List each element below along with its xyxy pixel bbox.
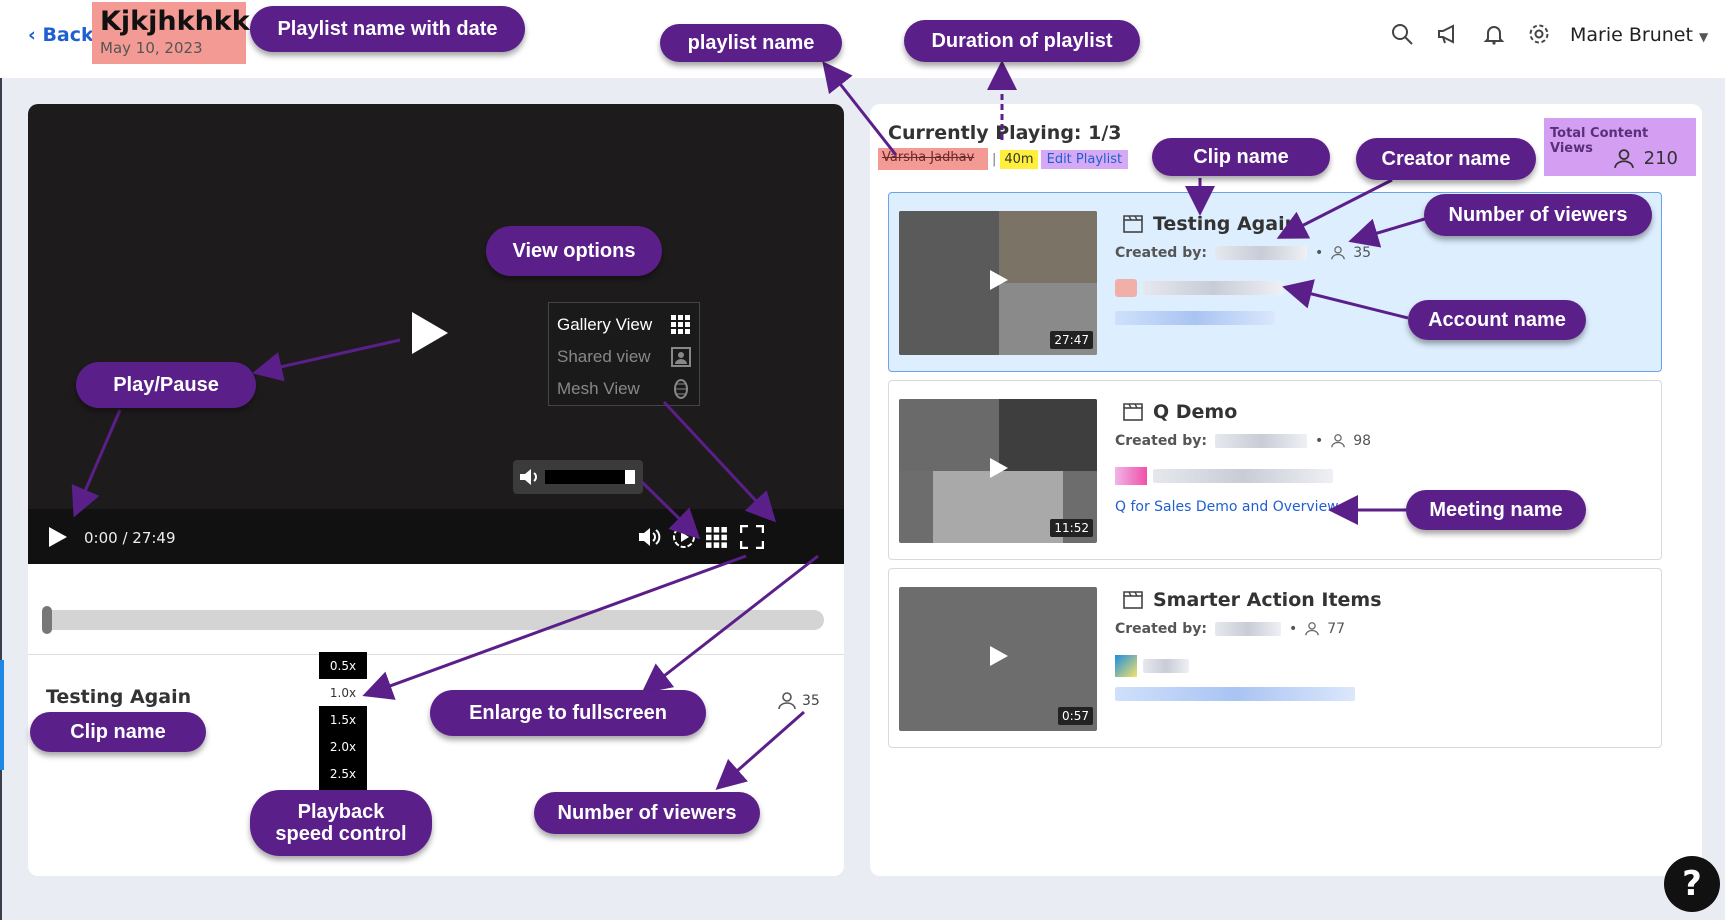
callout-account-name: Account name: [1408, 300, 1586, 340]
callout-clip-name-top: Clip name: [1152, 138, 1330, 176]
callout-creator-name: Creator name: [1356, 138, 1536, 180]
callout-number-of-viewers-bottom: Number of viewers: [534, 792, 760, 834]
callout-enlarge-fullscreen: Enlarge to fullscreen: [430, 690, 706, 736]
callout-play-pause: Play/Pause: [76, 362, 256, 408]
callout-view-options: View options: [486, 226, 662, 276]
callout-number-of-viewers-top: Number of viewers: [1424, 194, 1652, 236]
callout-playlist-name-with-date: Playlist name with date: [250, 6, 525, 52]
callout-playlist-name: playlist name: [660, 24, 842, 62]
callout-playback-speed: Playback speed control: [250, 790, 432, 856]
help-button[interactable]: ?: [1664, 856, 1720, 912]
callout-duration-of-playlist: Duration of playlist: [904, 20, 1140, 62]
callout-meeting-name: Meeting name: [1406, 490, 1586, 530]
callout-clip-name-bottom: Clip name: [30, 712, 206, 752]
